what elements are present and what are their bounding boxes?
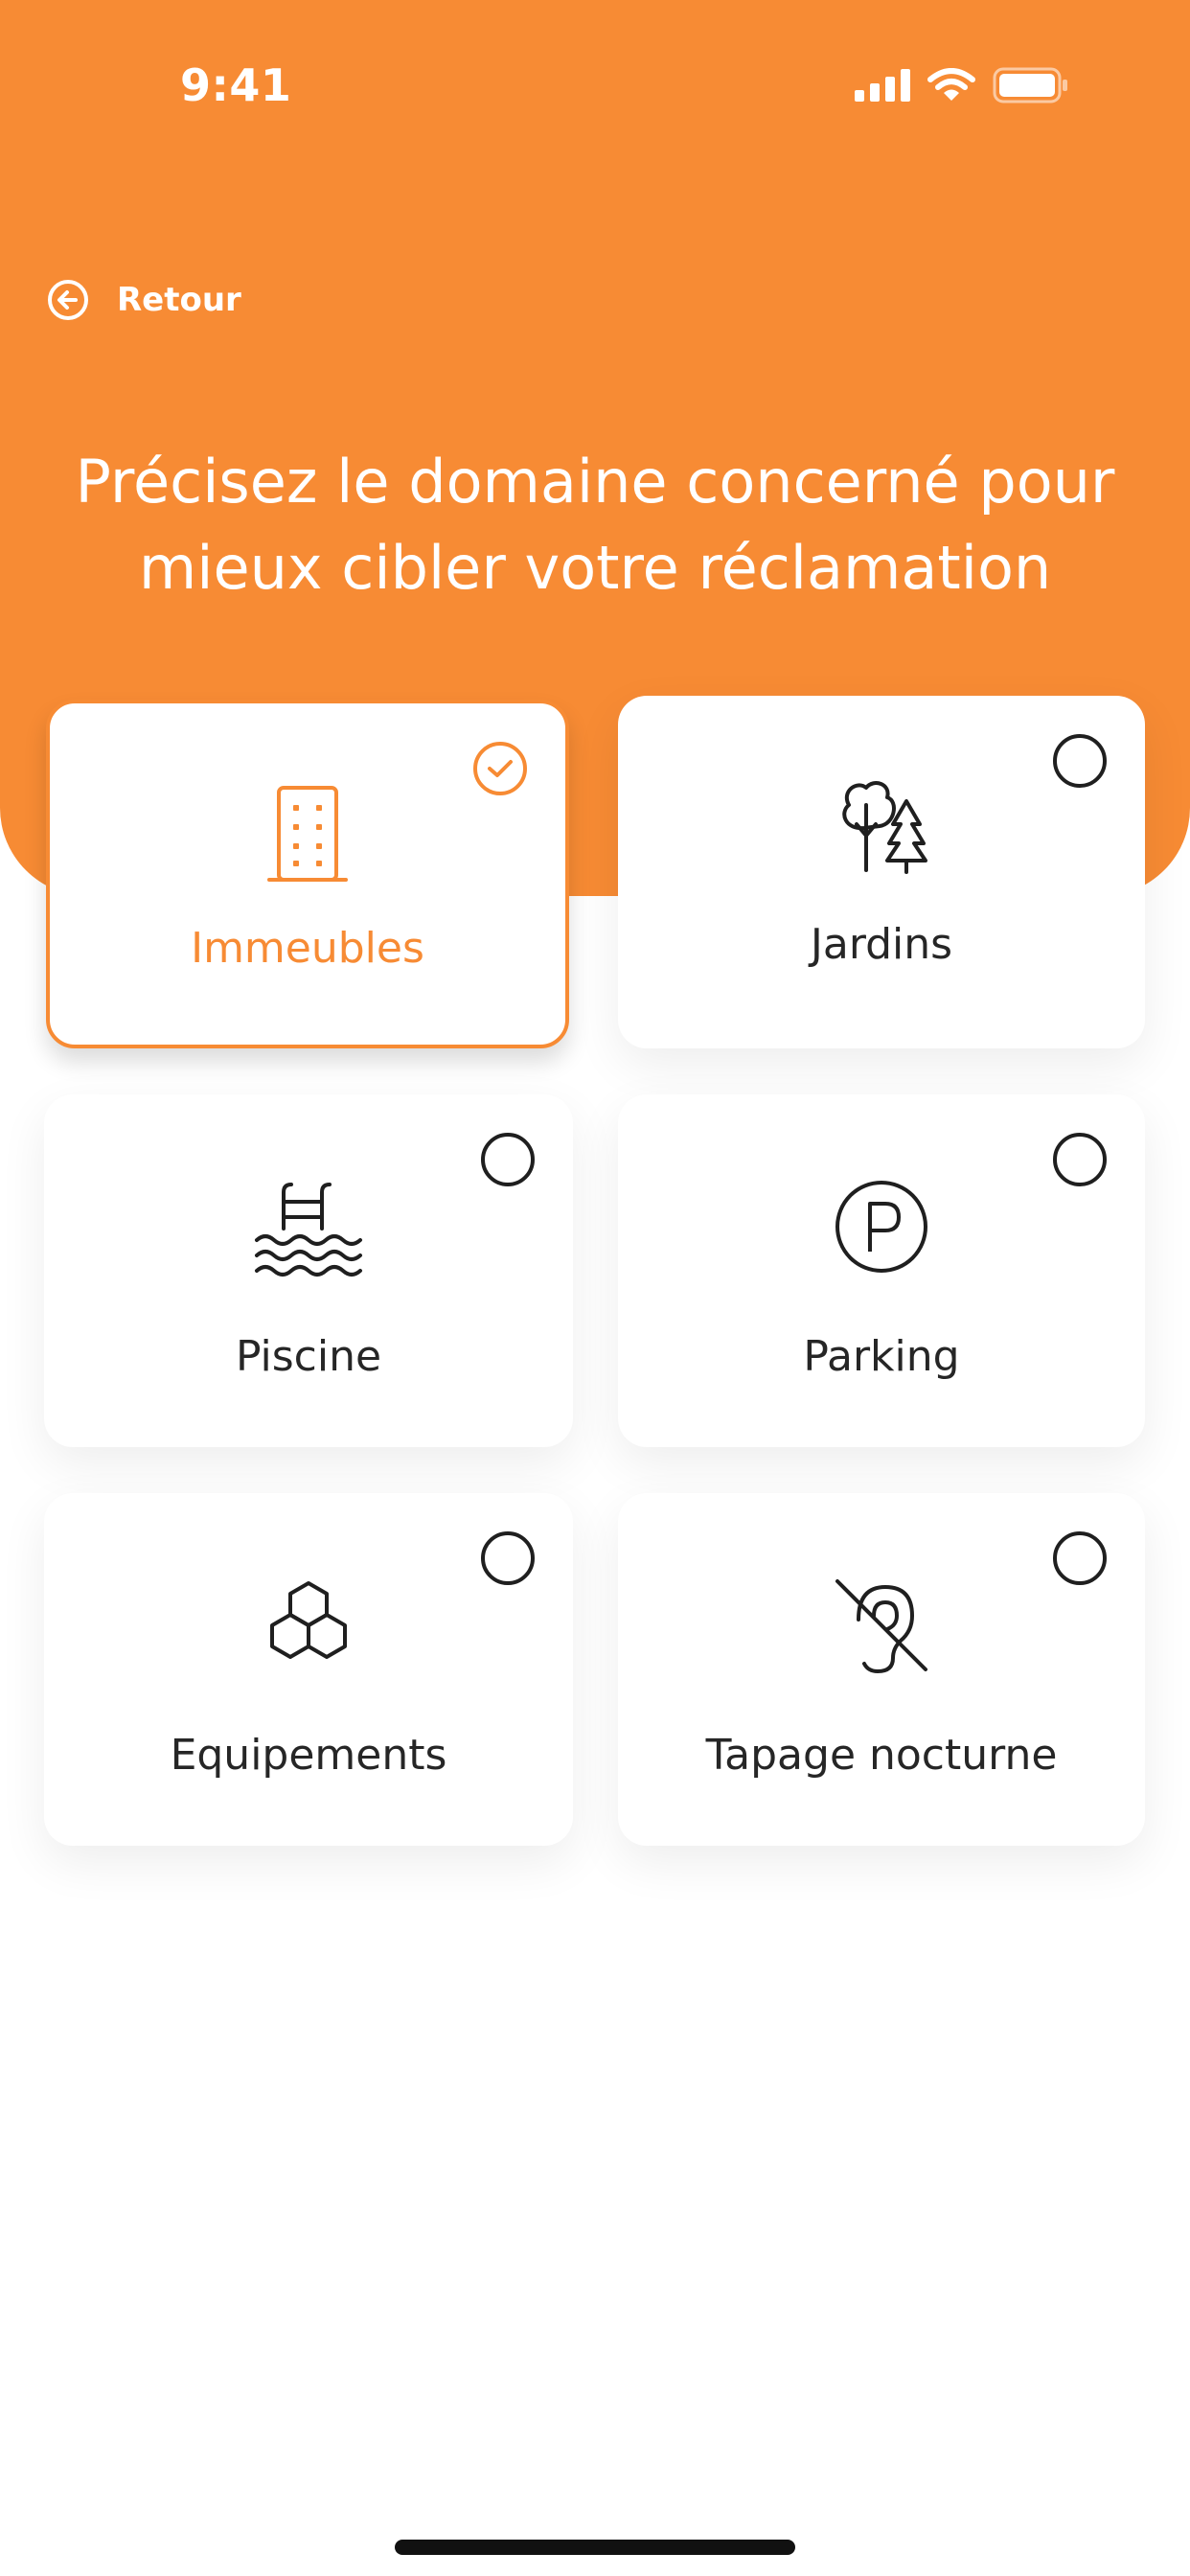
category-card-equipements[interactable]: Equipements xyxy=(44,1493,573,1846)
pool-ladder-icon xyxy=(255,1183,362,1276)
back-button[interactable]: Retour xyxy=(46,278,241,322)
cellular-signal-icon xyxy=(855,69,910,102)
radio-unselected[interactable] xyxy=(481,1531,535,1585)
category-label: Equipements xyxy=(170,1731,447,1780)
category-label: Jardins xyxy=(810,920,953,969)
arrow-left-circle-icon xyxy=(48,280,88,320)
radio-selected[interactable] xyxy=(473,742,527,795)
category-label: Parking xyxy=(803,1332,960,1381)
category-card-parking[interactable]: Parking xyxy=(618,1094,1145,1447)
category-card-jardins[interactable]: Jardins xyxy=(618,696,1145,1048)
category-card-piscine[interactable]: Piscine xyxy=(44,1094,573,1447)
battery-icon xyxy=(993,67,1067,104)
category-label: Immeubles xyxy=(191,924,424,973)
hexagons-icon xyxy=(270,1581,347,1659)
radio-unselected[interactable] xyxy=(1053,1531,1107,1585)
back-label: Retour xyxy=(117,281,241,319)
wifi-icon xyxy=(927,68,975,101)
radio-unselected[interactable] xyxy=(481,1133,535,1186)
trees-icon xyxy=(842,781,927,874)
page-title: Précisez le domaine concerné pour mieux … xyxy=(75,447,1115,603)
home-indicator[interactable] xyxy=(395,2540,795,2555)
building-icon xyxy=(267,786,348,882)
radio-unselected[interactable] xyxy=(1053,734,1107,788)
status-icons xyxy=(855,67,1069,104)
category-label: Tapage nocturne xyxy=(705,1731,1058,1780)
hearing-off-icon xyxy=(835,1579,927,1674)
status-time: 9:41 xyxy=(180,59,292,111)
radio-unselected[interactable] xyxy=(1053,1133,1107,1186)
category-card-immeubles[interactable]: Immeubles xyxy=(46,700,569,1048)
parking-icon xyxy=(835,1181,927,1273)
check-icon xyxy=(488,760,513,777)
category-card-tapage-nocturne[interactable]: Tapage nocturne xyxy=(618,1493,1145,1846)
category-label: Piscine xyxy=(235,1332,382,1381)
screen: 9:41 Retour Précisez le domaine concerné… xyxy=(0,0,1190,2576)
